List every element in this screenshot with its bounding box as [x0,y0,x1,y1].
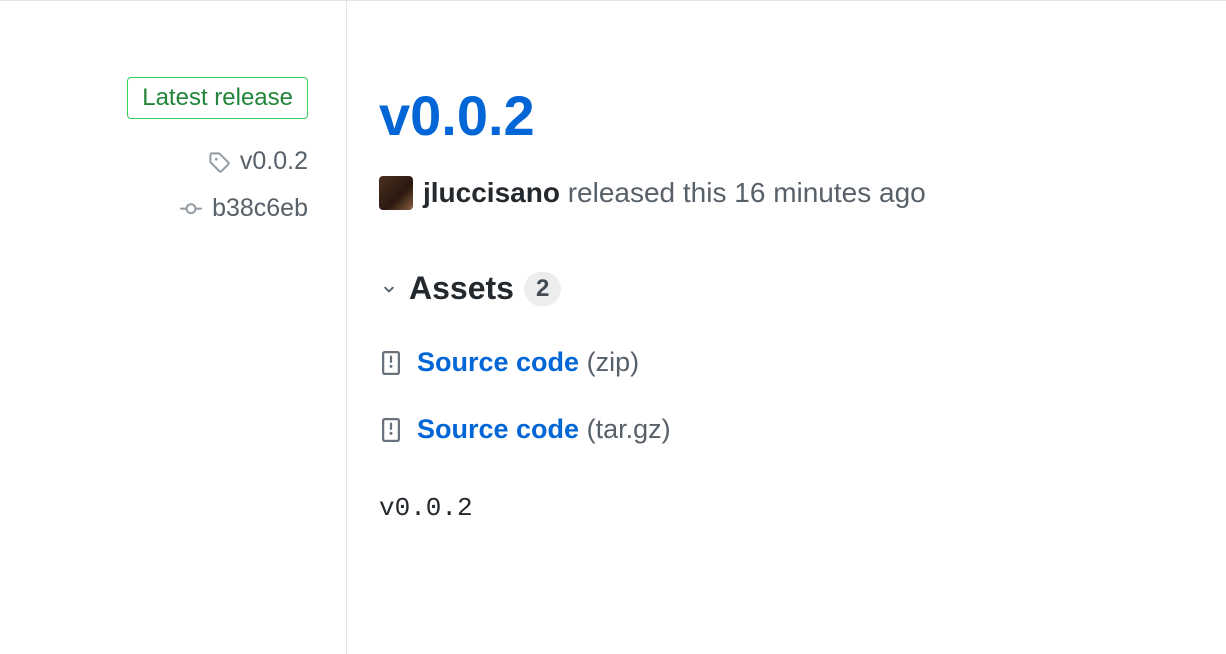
release-body: v0.0.2 [379,493,1226,523]
assets-count: 2 [524,272,561,306]
commit-sha: b38c6eb [212,194,308,223]
release-title[interactable]: v0.0.2 [379,83,1226,148]
release-main: v0.0.2 jluccisano released this 16 minut… [347,1,1226,654]
asset-ext: (tar.gz) [587,414,671,444]
latest-release-badge: Latest release [127,77,308,119]
tag-icon [208,151,230,173]
assets-list: Source code (zip) Source code (tar.gz) [379,347,1226,445]
released-text: released this [568,177,727,208]
commit-row[interactable]: b38c6eb [0,194,308,223]
asset-item[interactable]: Source code (zip) [379,347,1226,378]
asset-name: Source code [417,347,579,377]
assets-label: Assets [409,270,514,307]
avatar[interactable] [379,176,413,210]
file-zip-icon [379,351,403,375]
author-username[interactable]: jluccisano [423,177,560,208]
asset-name: Source code [417,414,579,444]
commit-icon [180,198,202,220]
released-time: 16 minutes ago [734,177,925,208]
assets-toggle[interactable]: Assets 2 [379,270,1226,307]
chevron-down-icon [379,279,399,299]
file-zip-icon [379,418,403,442]
tag-name: v0.0.2 [240,147,308,176]
asset-ext: (zip) [587,347,640,377]
release-container: Latest release v0.0.2 b38c6eb v0.0.2 jlu… [0,0,1226,654]
release-byline: jluccisano released this 16 minutes ago [379,176,1226,210]
asset-item[interactable]: Source code (tar.gz) [379,414,1226,445]
tag-row[interactable]: v0.0.2 [0,147,308,176]
release-sidebar: Latest release v0.0.2 b38c6eb [0,1,347,654]
